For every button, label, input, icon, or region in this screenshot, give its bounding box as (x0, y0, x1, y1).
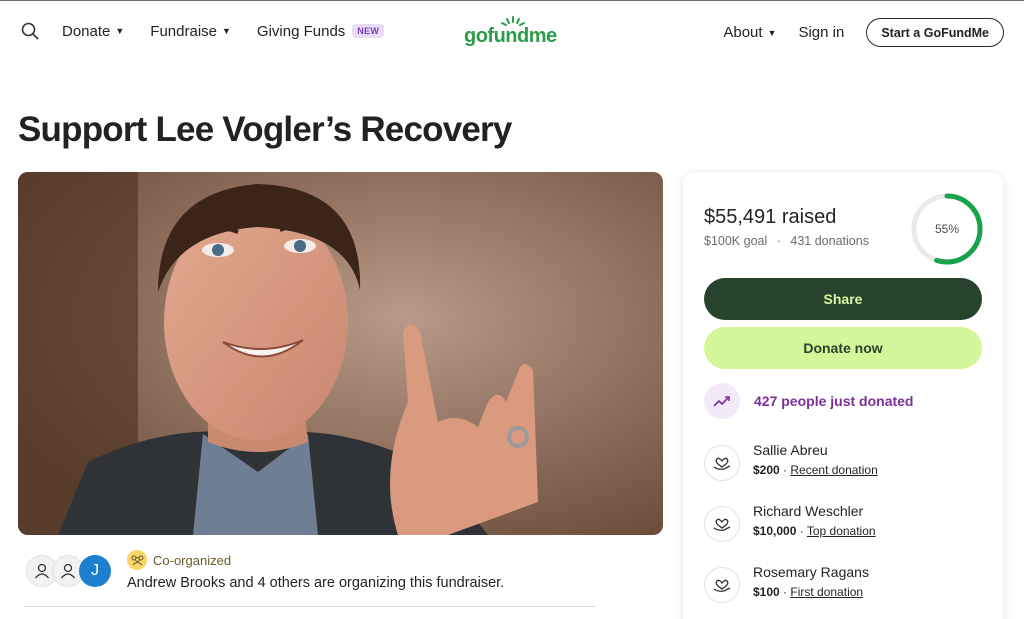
share-button[interactable]: Share (704, 278, 982, 320)
user-icon (60, 563, 76, 579)
donate-now-button[interactable]: Donate now (704, 327, 982, 369)
chevron-down-icon: ▼ (115, 26, 125, 36)
donor-item: Richard Weschler $10,000 · Top donation (704, 503, 984, 545)
gofundme-logo[interactable]: gofundme (462, 15, 562, 49)
portrait-illustration (18, 172, 663, 535)
organizer-avatar-letter[interactable]: J (79, 555, 111, 587)
separator-dot: · (776, 234, 781, 248)
donor-item: Sallie Abreu $200 · Recent donation (704, 442, 984, 484)
nav-left: Donate ▼ Fundraise ▼ Giving Funds NEW (20, 21, 410, 41)
top-donation-link[interactable]: Top donation (807, 524, 876, 538)
donor-separator: · (779, 585, 791, 599)
trending-up-icon (704, 383, 740, 419)
donor-name: Rosemary Ragans (753, 564, 869, 580)
new-badge: NEW (352, 24, 385, 38)
amount-raised: $55,491 raised (704, 206, 837, 228)
goal-and-count: $100K goal · 431 donations (704, 234, 869, 248)
chevron-down-icon: ▼ (222, 26, 231, 36)
logo-text: gofundme (464, 25, 557, 47)
user-icon (34, 563, 50, 579)
goal-text: $100K goal (704, 234, 768, 248)
recent-donation-link[interactable]: Recent donation (790, 463, 877, 477)
nav-fundraise-label: Fundraise (150, 22, 217, 40)
start-gofundme-button[interactable]: Start a GoFundMe (866, 18, 1004, 47)
trend-text: 427 people just donated (754, 393, 914, 409)
nav-donate-label: Donate (62, 22, 111, 40)
section-divider (24, 606, 596, 607)
site-header: Donate ▼ Fundraise ▼ Giving Funds NEW go… (0, 1, 1024, 63)
donor-amount: $200 (753, 463, 780, 477)
nav-about[interactable]: About ▼ (723, 24, 776, 41)
nav-about-label: About (723, 24, 763, 41)
nav-sign-in[interactable]: Sign in (798, 24, 844, 41)
organizers-section: J Co-organized Andrew Brooks and 4 other… (26, 550, 626, 600)
progress-percent: 55% (934, 222, 960, 236)
recent-activity: 427 people just donated (704, 383, 913, 419)
donor-separator: · (779, 463, 791, 477)
donor-amount: $10,000 (753, 524, 797, 538)
sign-in-label: Sign in (798, 24, 845, 41)
page-title: Support Lee Vogler’s Recovery (18, 110, 512, 149)
donor-name: Richard Weschler (753, 503, 864, 519)
nav-giving-funds[interactable]: Giving Funds NEW (256, 22, 385, 40)
first-donation-link[interactable]: First donation (790, 585, 863, 599)
donor-detail: $10,000 · Top donation (753, 524, 876, 538)
organizers-description: Andrew Brooks and 4 others are organizin… (127, 575, 505, 591)
co-organized-text: Co-organized (153, 552, 232, 568)
campaign-photo[interactable] (18, 172, 663, 535)
nav-donate[interactable]: Donate ▼ (62, 23, 124, 40)
donor-name: Sallie Abreu (753, 442, 828, 458)
donor-item: Rosemary Ragans $100 · First donation (704, 564, 984, 606)
nav-right: About ▼ Sign in Start a GoFundMe (723, 18, 1004, 47)
heart-hand-icon (704, 567, 740, 603)
donation-card: $55,491 raised $100K goal · 431 donation… (683, 172, 1003, 619)
donation-count: 431 donations (790, 234, 869, 248)
group-icon (127, 550, 147, 570)
donor-detail: $100 · First donation (753, 585, 863, 599)
donor-separator: · (796, 524, 807, 538)
donor-detail: $200 · Recent donation (753, 463, 878, 477)
nav-fundraise[interactable]: Fundraise ▼ (150, 23, 231, 40)
donor-amount: $100 (753, 585, 780, 599)
search-icon (21, 22, 39, 40)
nav-giving-funds-label: Giving Funds (256, 22, 346, 40)
heart-hand-icon (704, 445, 740, 481)
heart-hand-icon (704, 506, 740, 542)
chevron-down-icon: ▼ (767, 27, 777, 38)
co-organized-label: Co-organized (127, 550, 231, 570)
search-button[interactable] (20, 21, 40, 41)
